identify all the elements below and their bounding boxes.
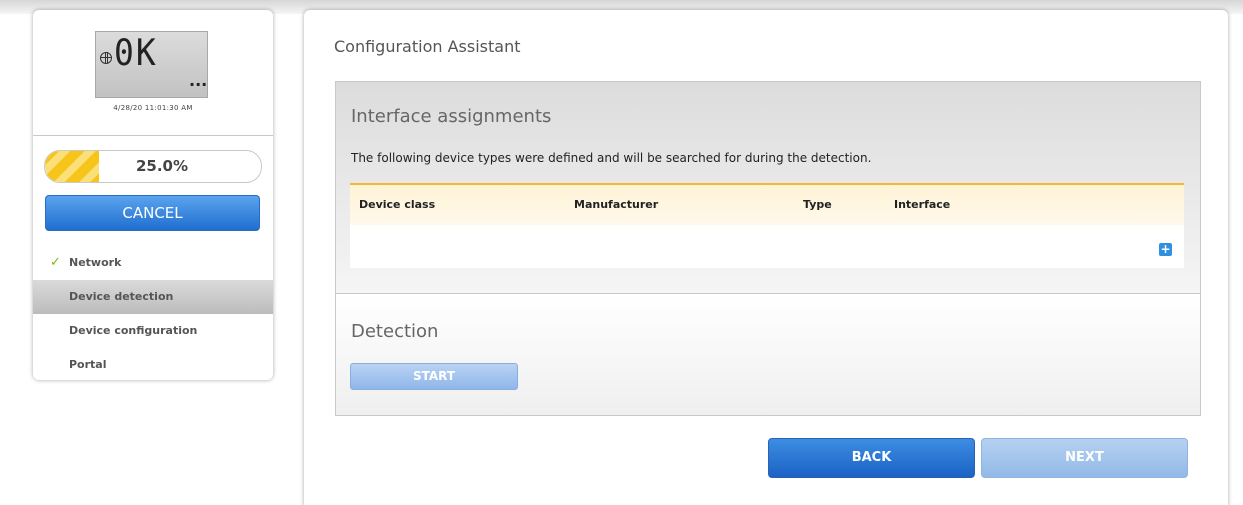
section-heading: Detection <box>351 321 439 342</box>
next-button[interactable]: NEXT <box>981 438 1188 478</box>
main-panel: Configuration Assistant Interface assign… <box>304 10 1228 505</box>
divider <box>33 135 273 136</box>
lcd-screen: 0K ... <box>95 31 208 98</box>
lcd-indicator: ... <box>189 71 208 90</box>
progress-bar: 25.0% <box>44 150 262 183</box>
check-icon: ✓ <box>50 255 61 270</box>
back-button[interactable]: BACK <box>768 438 975 478</box>
globe-icon <box>100 52 112 64</box>
table-header: Device class Manufacturer Type Interface <box>350 183 1184 225</box>
step-device-configuration[interactable]: Device configuration <box>33 314 273 348</box>
cancel-button[interactable]: CANCEL <box>45 195 260 231</box>
lcd-status-text: 0K <box>114 31 158 74</box>
assistant-content: Interface assignments The following devi… <box>335 81 1201 416</box>
device-display: 0K ... 4/28/20 11:01:30 AM <box>33 10 273 135</box>
step-network[interactable]: ✓ Network <box>33 246 273 280</box>
column-header: Device class <box>359 198 436 211</box>
add-icon[interactable]: + <box>1159 243 1172 256</box>
step-label: Portal <box>69 358 107 371</box>
start-button[interactable]: START <box>350 363 518 390</box>
device-datetime: 4/28/20 11:01:30 AM <box>113 104 193 112</box>
step-label: Device detection <box>69 290 174 303</box>
progress-label: 25.0% <box>135 157 189 175</box>
column-header: Manufacturer <box>574 198 659 211</box>
section-description: The following device types were defined … <box>351 151 872 165</box>
step-label: Device configuration <box>69 324 198 337</box>
step-device-detection[interactable]: Device detection <box>33 280 273 314</box>
page-title: Configuration Assistant <box>334 37 521 56</box>
interface-assignments-section: Interface assignments The following devi… <box>336 82 1200 294</box>
column-header: Type <box>803 198 832 211</box>
step-label: Network <box>69 256 122 269</box>
sidebar-panel: 0K ... 4/28/20 11:01:30 AM 25.0% CANCEL … <box>33 10 273 380</box>
detection-section: Detection START <box>336 295 1200 415</box>
device-table: Device class Manufacturer Type Interface… <box>350 183 1184 268</box>
column-header: Interface <box>894 198 951 211</box>
step-portal[interactable]: Portal <box>33 348 273 382</box>
wizard-steps: ✓ Network Device detection Device config… <box>33 246 273 382</box>
section-heading: Interface assignments <box>351 106 552 127</box>
